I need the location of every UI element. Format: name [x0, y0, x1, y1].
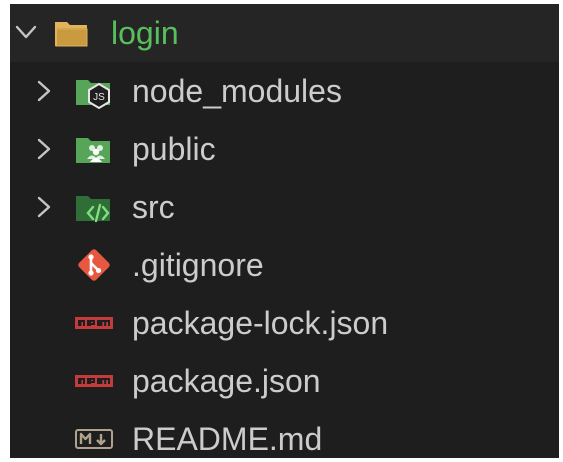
tree-item-label: public	[132, 131, 216, 167]
tree-item-label: package-lock.json	[132, 305, 389, 341]
git-icon	[74, 245, 114, 285]
chevron-right-icon[interactable]	[30, 178, 58, 236]
tree-item-label: src	[132, 189, 175, 225]
tree-root-folder-login[interactable]: login	[10, 4, 559, 62]
tree-item-label: login	[111, 15, 179, 51]
tree-item-package-json[interactable]: package.json	[10, 352, 559, 410]
folder-open-icon	[52, 13, 92, 53]
tree-item-public[interactable]: public	[10, 120, 559, 178]
tree-item-label: README.md	[132, 421, 323, 457]
chevron-right-icon[interactable]	[30, 62, 58, 120]
node-modules-folder-icon: JS	[74, 71, 114, 111]
tree-item-label: .gitignore	[132, 247, 264, 283]
tree-item-label: node_modules	[132, 73, 342, 109]
tree-item-node-modules[interactable]: JS node_modules	[10, 62, 559, 120]
npm-icon	[74, 361, 114, 401]
chevron-down-icon[interactable]	[12, 4, 40, 62]
svg-text:JS: JS	[93, 92, 105, 103]
file-explorer-tree: login JS node_modules public src .gitign…	[10, 4, 559, 458]
tree-item-readme-md[interactable]: README.md	[10, 410, 559, 458]
src-folder-icon	[74, 187, 114, 227]
npm-icon	[74, 303, 114, 343]
public-folder-icon	[74, 129, 114, 169]
chevron-right-icon[interactable]	[30, 120, 58, 178]
tree-item-src[interactable]: src	[10, 178, 559, 236]
markdown-icon	[74, 419, 114, 458]
tree-item-gitignore[interactable]: .gitignore	[10, 236, 559, 294]
tree-item-package-lock-json[interactable]: package-lock.json	[10, 294, 559, 352]
tree-item-label: package.json	[132, 363, 321, 399]
